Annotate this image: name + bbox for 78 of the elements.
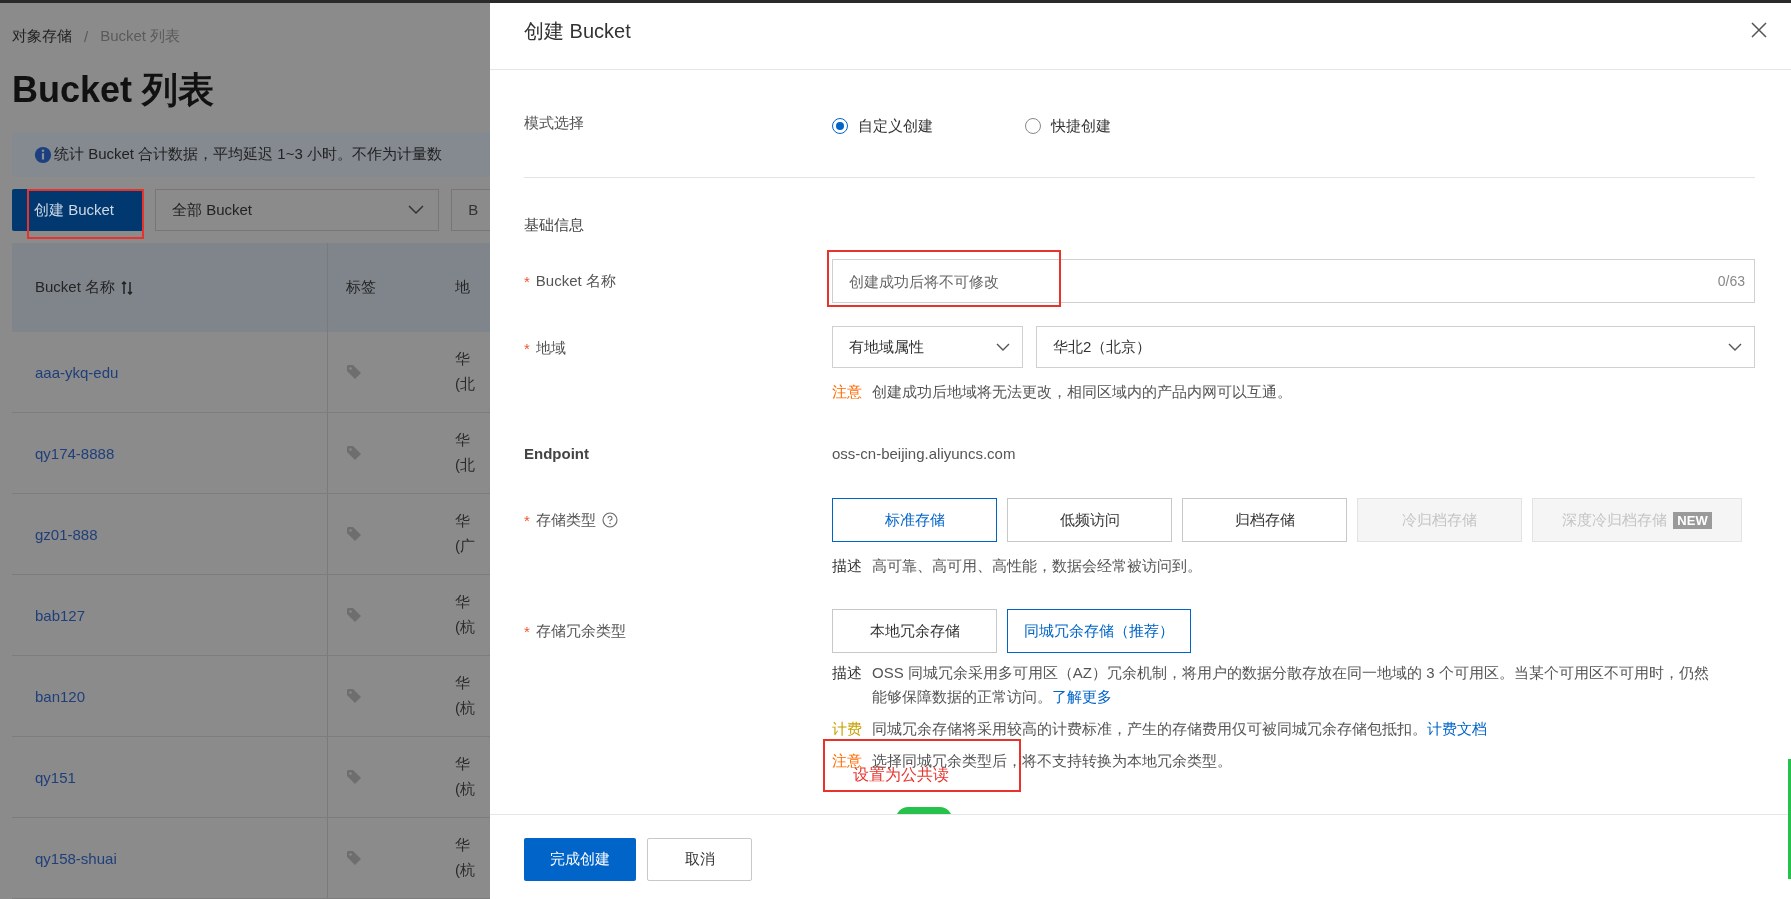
doc-link[interactable]: 计费文档: [1427, 720, 1487, 737]
tag-icon[interactable]: [346, 769, 362, 785]
region-text: 华: [455, 512, 470, 531]
field-label: * Bucket 名称: [524, 270, 617, 292]
region-text: 华: [455, 836, 470, 855]
bucket-name-link[interactable]: gz01-888: [35, 525, 98, 543]
region-text: (广: [455, 537, 475, 556]
bucket-name-link[interactable]: qy158-shuai: [35, 849, 117, 867]
tag-icon[interactable]: [346, 850, 362, 866]
note-text: 高可靠、高可用、高性能，数据会经常被访问到。: [872, 556, 1202, 576]
tag-icon[interactable]: [346, 607, 362, 623]
note-tag: 注意: [832, 380, 862, 404]
info-icon: [34, 145, 52, 164]
region-text: (杭: [455, 780, 475, 799]
bucket-name-link[interactable]: bab127: [35, 606, 86, 624]
create-bucket-button[interactable]: 创建 Bucket: [12, 189, 143, 231]
region-text: (杭: [455, 861, 475, 880]
help-icon[interactable]: [601, 512, 618, 528]
redundancy-option[interactable]: 本地冗余存储: [832, 609, 997, 653]
chevron-down-icon: [996, 342, 1010, 352]
bucket-name-link[interactable]: qy151: [35, 768, 76, 786]
storage-class-option[interactable]: 归档存储: [1182, 498, 1347, 542]
radio-option[interactable]: 快捷创建: [1025, 114, 1111, 138]
drawer-title: 创建 Bucket: [524, 18, 631, 44]
note-tag: 计费: [832, 717, 862, 741]
storage-class-option[interactable]: 低频访问: [1007, 498, 1172, 542]
create-button[interactable]: 完成创建: [524, 838, 636, 881]
note-tag: 描述: [832, 554, 862, 578]
note-tag: 描述: [832, 661, 862, 709]
scrollbar[interactable]: [1788, 759, 1791, 879]
column-header: 地: [455, 277, 471, 297]
region-text: 华: [455, 431, 470, 450]
notice-text: 统计 Bucket 合计数据，平均延迟 1~3 小时。不作为计量数: [54, 145, 442, 164]
new-badge: NEW: [1673, 511, 1712, 529]
column-header: 标签: [345, 277, 377, 297]
note-text: 同城冗余存储将采用较高的计费标准，产生的存储费用仅可被同城冗余存储包抵扣。计费文档: [872, 719, 1487, 739]
tag-icon[interactable]: [346, 688, 362, 704]
column-header[interactable]: Bucket 名称: [12, 243, 328, 332]
note-text: 选择同城冗余类型后，将不支持转换为本地冗余类型。: [872, 751, 1232, 769]
character-counter: 0/63: [1717, 272, 1745, 290]
region-text: 华: [455, 593, 470, 612]
sort-icon: [121, 280, 134, 295]
note-text: OSS 同城冗余采用多可用区（AZ）冗余机制，将用户的数据分散存放在同一地域的 3 个可用区。当某个可用区不可用时，仍然能够保障数据的正常访问。了解更多: [872, 663, 1710, 707]
region-select[interactable]: 华北2（北京）: [1036, 326, 1755, 368]
breadcrumb-separator: /: [84, 28, 89, 45]
close-icon[interactable]: [1751, 22, 1767, 38]
region-text: 华: [455, 350, 470, 369]
region-text: 华: [455, 674, 470, 693]
bucket-name-link[interactable]: qy174-8888: [35, 444, 115, 462]
bucket-name-link[interactable]: aaa-ykq-edu: [35, 363, 119, 381]
cancel-button[interactable]: 取消: [647, 838, 752, 881]
redundancy-option[interactable]: 同城冗余存储（推荐）: [1007, 609, 1191, 653]
page-title: Bucket 列表: [12, 68, 216, 112]
region-attribute-select[interactable]: 有地域属性: [832, 326, 1023, 368]
field-label: * 地域: [524, 337, 567, 359]
chevron-down-icon: [408, 205, 425, 215]
tag-icon[interactable]: [346, 364, 362, 380]
endpoint-text: oss-cn-beijing.aliyuncs.com: [832, 444, 1017, 464]
region-text: (杭: [455, 699, 475, 718]
bucket-filter-select[interactable]: 全部 Bucket: [155, 189, 440, 231]
bucket-name-link[interactable]: ban120: [35, 687, 86, 705]
section-title: 基础信息: [524, 215, 585, 235]
chevron-down-icon: [1728, 342, 1742, 352]
field-label: * 存储类型: [524, 498, 832, 542]
region-text: (杭: [455, 618, 475, 637]
breadcrumb-item[interactable]: 对象存储: [12, 27, 72, 46]
tag-icon[interactable]: [346, 445, 362, 461]
note-text: 创建成功后地域将无法更改，相同区域内的产品内网可以互通。: [872, 382, 1292, 402]
field-label: 模式选择: [524, 112, 585, 133]
region-text: 华: [455, 755, 470, 774]
storage-class-option[interactable]: 标准存储: [832, 498, 997, 542]
field-label: * 存储冗余类型: [524, 620, 627, 642]
field-label: Endpoint: [524, 444, 590, 464]
tag-icon[interactable]: [346, 526, 362, 542]
region-text: (北: [455, 456, 475, 475]
region-text: (北: [455, 375, 475, 394]
doc-link[interactable]: 了解更多: [1052, 688, 1112, 705]
radio-option[interactable]: 自定义创建: [832, 114, 933, 138]
